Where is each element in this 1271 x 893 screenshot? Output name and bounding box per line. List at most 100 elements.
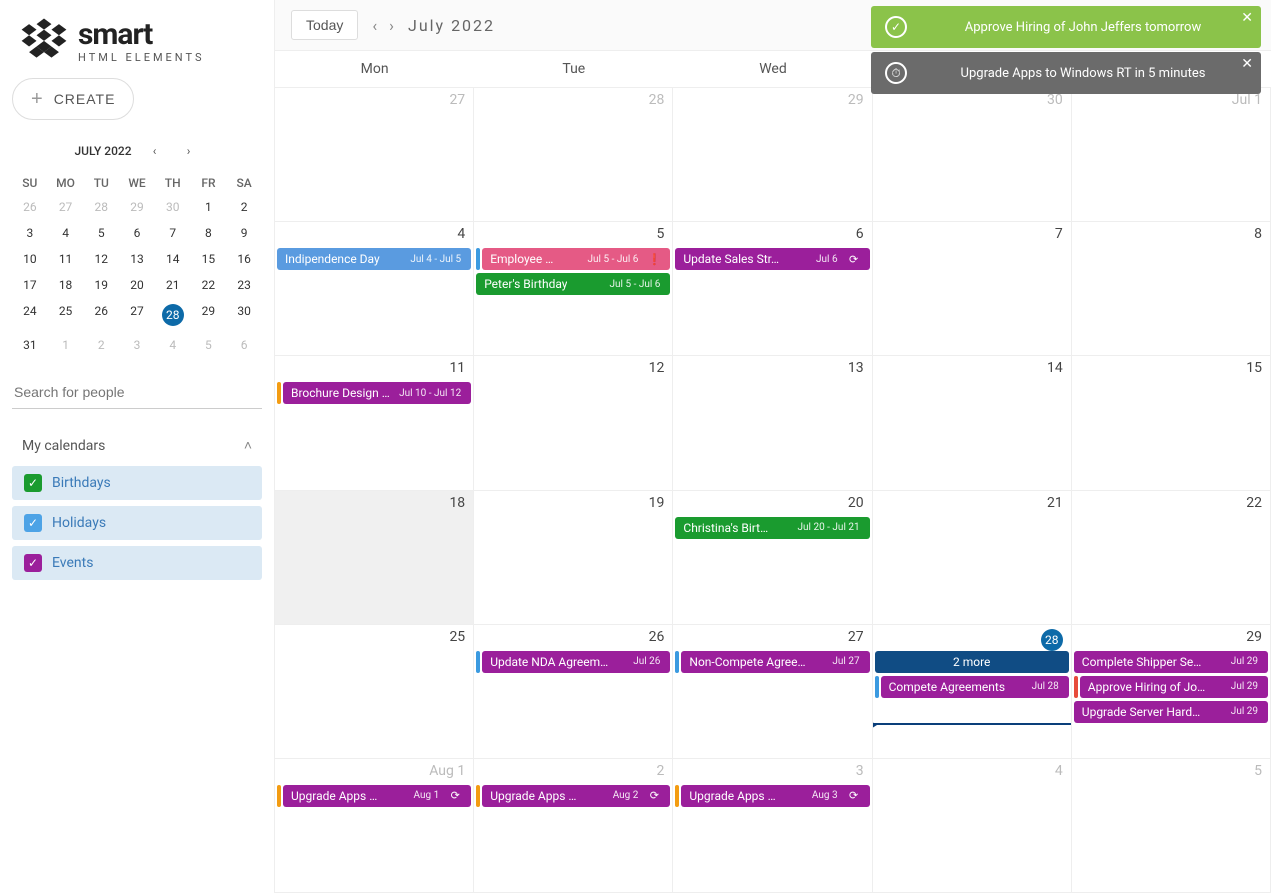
mini-day[interactable]: 13 [119,246,155,272]
mini-day[interactable]: 15 [191,246,227,272]
day-cell[interactable]: 28 [474,88,673,222]
day-cell[interactable]: 19 [474,491,673,625]
mini-day[interactable]: 19 [83,272,119,298]
day-cell[interactable]: 22 [1072,491,1271,625]
day-cell[interactable]: 29Complete Shipper Se…Jul 29Approve Hiri… [1072,625,1271,759]
mini-day[interactable]: 11 [48,246,84,272]
day-cell[interactable]: 25 [275,625,474,759]
day-cell[interactable]: 6Update Sales Str…Jul 6⟳ [673,222,872,356]
day-cell[interactable]: Aug 1Upgrade Apps …Aug 1⟳ [275,759,474,893]
calendar-event[interactable]: Non-Compete Agree…Jul 27 [681,651,869,673]
search-input[interactable] [12,376,262,408]
calendar-event[interactable]: Upgrade Apps …Aug 1⟳ [283,785,471,807]
mini-day[interactable]: 9 [226,220,262,246]
mini-day[interactable]: 20 [119,272,155,298]
mini-day[interactable]: 24 [12,298,48,332]
mini-day[interactable]: 29 [191,298,227,332]
mini-day[interactable]: 8 [191,220,227,246]
mini-day[interactable]: 12 [83,246,119,272]
next-period[interactable]: › [389,16,394,35]
day-cell[interactable]: 26Update NDA Agreem…Jul 26 [474,625,673,759]
day-cell[interactable]: 2Upgrade Apps …Aug 2⟳ [474,759,673,893]
mini-day[interactable]: 30 [226,298,262,332]
mini-day[interactable]: 3 [12,220,48,246]
mini-day[interactable]: 2 [226,194,262,220]
mini-day[interactable]: 7 [155,220,191,246]
mini-day[interactable]: 18 [48,272,84,298]
mini-day[interactable]: 21 [155,272,191,298]
today-button[interactable]: Today [291,10,358,40]
more-events-pill[interactable]: 2 more [875,651,1069,673]
mini-day[interactable]: 6 [226,332,262,358]
mini-day[interactable]: 4 [48,220,84,246]
calendar-event[interactable]: Approve Hiring of Jo…Jul 29 [1080,676,1268,698]
mini-day[interactable]: 29 [119,194,155,220]
day-cell[interactable]: 8 [1072,222,1271,356]
mini-day[interactable]: 31 [12,332,48,358]
calendar-event[interactable]: Upgrade Server Hard…Jul 29 [1074,701,1268,723]
day-cell[interactable]: 4Indipendence DayJul 4 - Jul 5 [275,222,474,356]
mini-day[interactable]: 23 [226,272,262,298]
mini-day[interactable]: 26 [12,194,48,220]
mini-day[interactable]: 17 [12,272,48,298]
mini-day[interactable]: 3 [119,332,155,358]
mini-day[interactable]: 6 [119,220,155,246]
mini-day[interactable]: 27 [48,194,84,220]
mini-day[interactable]: 25 [48,298,84,332]
day-cell[interactable]: 18 [275,491,474,625]
mini-cal-next[interactable]: › [178,140,200,162]
calendar-event[interactable]: Compete AgreementsJul 28 [881,676,1069,698]
mini-day[interactable]: 2 [83,332,119,358]
calendar-event[interactable]: Indipendence DayJul 4 - Jul 5 [277,248,471,270]
mini-day[interactable]: 4 [155,332,191,358]
mini-day[interactable]: 14 [155,246,191,272]
calendar-event[interactable]: Upgrade Apps …Aug 3⟳ [681,785,869,807]
calendar-event[interactable]: Update NDA Agreem…Jul 26 [482,651,670,673]
calendar-event[interactable]: Employee …Jul 5 - Jul 6❗ [482,248,670,270]
day-cell[interactable]: 7 [873,222,1072,356]
mini-day[interactable]: 5 [83,220,119,246]
calendar-filter-events[interactable]: ✓Events [12,546,262,580]
mini-day[interactable]: 22 [191,272,227,298]
mini-day[interactable]: 16 [226,246,262,272]
mini-day[interactable]: 28 [83,194,119,220]
day-cell[interactable]: 20Christina's Birt…Jul 20 - Jul 21 [673,491,872,625]
day-cell[interactable]: 27Non-Compete Agree…Jul 27 [673,625,872,759]
calendar-event[interactable]: Brochure Design ReviewJul 10 - Jul 12 [283,382,471,404]
day-cell[interactable]: Jul 1 [1072,88,1271,222]
create-button[interactable]: + CREATE [12,78,134,120]
calendar-event[interactable]: Christina's Birt…Jul 20 - Jul 21 [675,517,869,539]
calendar-filter-birthdays[interactable]: ✓Birthdays [12,466,262,500]
mini-day[interactable]: 10 [12,246,48,272]
mini-day[interactable]: 30 [155,194,191,220]
mini-day[interactable]: 26 [83,298,119,332]
mini-day[interactable]: 1 [191,194,227,220]
day-cell[interactable]: 3Upgrade Apps …Aug 3⟳ [673,759,872,893]
day-cell[interactable]: 4 [873,759,1072,893]
mini-day[interactable]: 5 [191,332,227,358]
my-calendars-toggle[interactable]: My calendars ˄ [12,431,262,460]
day-cell[interactable]: 11Brochure Design ReviewJul 10 - Jul 12 [275,356,474,490]
day-cell[interactable]: 5Employee …Jul 5 - Jul 6❗Peter's Birthda… [474,222,673,356]
mini-day[interactable]: 28 [155,298,191,332]
day-cell[interactable]: 5 [1072,759,1271,893]
mini-cal-prev[interactable]: ‹ [144,140,166,162]
day-cell[interactable]: 14 [873,356,1072,490]
day-cell[interactable]: 30 [873,88,1072,222]
day-cell[interactable]: 29 [673,88,872,222]
close-icon[interactable]: ✕ [1241,10,1253,26]
day-cell[interactable]: 12 [474,356,673,490]
day-cell[interactable]: 27 [275,88,474,222]
mini-day[interactable]: 27 [119,298,155,332]
day-cell[interactable]: 21 [873,491,1072,625]
calendar-event[interactable]: Peter's BirthdayJul 5 - Jul 6 [476,273,670,295]
calendar-event[interactable]: Complete Shipper Se…Jul 29 [1074,651,1268,673]
calendar-filter-holidays[interactable]: ✓Holidays [12,506,262,540]
calendar-event[interactable]: Upgrade Apps …Aug 2⟳ [482,785,670,807]
close-icon[interactable]: ✕ [1241,56,1253,72]
calendar-event[interactable]: Update Sales Str…Jul 6⟳ [675,248,869,270]
day-cell[interactable]: 15 [1072,356,1271,490]
prev-period[interactable]: ‹ [372,16,377,35]
day-cell[interactable]: 13 [673,356,872,490]
mini-day[interactable]: 1 [48,332,84,358]
